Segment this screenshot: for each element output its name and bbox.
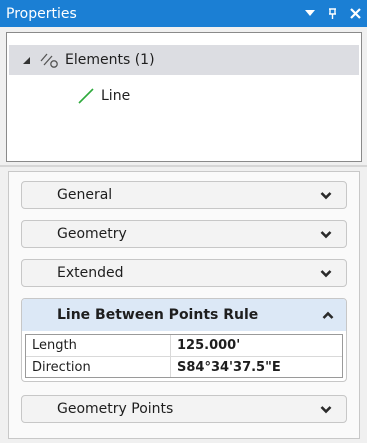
line-icon [77,87,95,105]
chevron-down-icon [318,226,334,242]
property-name: Length [26,335,171,356]
group-general[interactable]: General [21,181,347,209]
group-geometry[interactable]: Geometry [21,220,347,248]
panel-title: Properties [6,5,77,22]
tree-item-line[interactable]: Line [9,81,359,111]
group-header-line-between-points-rule[interactable]: Line Between Points Rule [22,299,346,331]
group-label: General [57,187,113,203]
group-label: Geometry Points [57,401,174,417]
panel-splitter[interactable] [0,165,367,167]
group-label: Geometry [57,226,127,242]
group-geometry-points[interactable]: Geometry Points [21,395,347,423]
close-icon[interactable] [343,0,367,27]
tree-item-label: Elements (1) [65,52,155,68]
group-label: Line Between Points Rule [57,307,259,323]
property-row-length[interactable]: Length 125.000' [26,335,342,356]
direction-value-field[interactable]: S84°34'37.5"E [171,357,342,377]
triangle-down-icon[interactable] [299,0,321,27]
group-label: Extended [57,265,124,281]
group-line-between-points-rule: Line Between Points Rule Length 125.000'… [21,298,347,382]
chevron-down-icon [318,265,334,281]
chevron-up-icon [322,311,334,320]
pin-icon[interactable] [321,0,343,27]
property-row-direction[interactable]: Direction S84°34'37.5"E [26,356,342,377]
chevron-down-icon [318,187,334,203]
length-value-field[interactable]: 125.000' [171,335,342,356]
group-extended[interactable]: Extended [21,259,347,287]
collapse-triangle-icon[interactable] [19,56,33,64]
tree-item-label: Line [101,88,131,104]
property-grid: Length 125.000' Direction S84°34'37.5"E [25,334,343,378]
elements-icon [39,51,59,69]
property-groups-panel: General Geometry Extended Line Between P… [8,171,360,439]
selection-tree: Elements (1) Line [6,32,362,162]
chevron-down-icon [318,401,334,417]
tree-item-elements[interactable]: Elements (1) [9,45,359,75]
property-name: Direction [26,357,171,377]
properties-titlebar: Properties [0,0,367,27]
